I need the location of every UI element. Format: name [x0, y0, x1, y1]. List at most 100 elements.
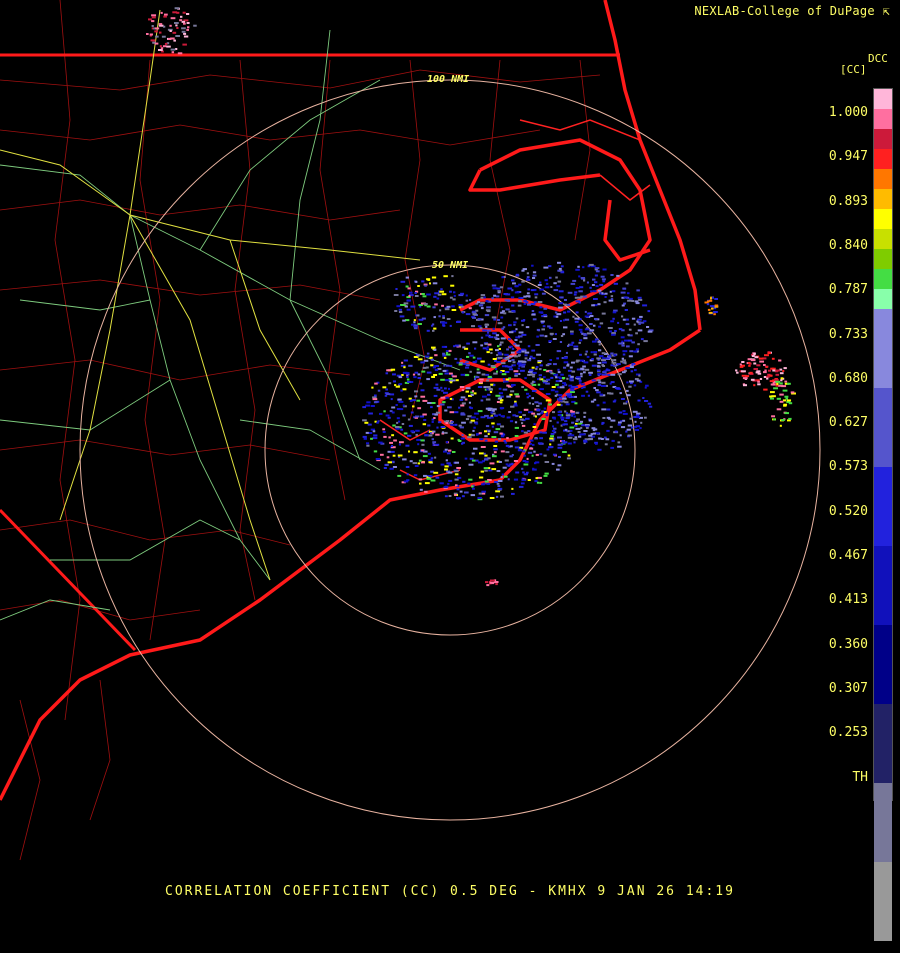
echo-pixel — [526, 272, 529, 275]
echo-pixel — [442, 352, 445, 355]
echo-pixel — [400, 428, 404, 431]
echo-pixel — [570, 282, 576, 285]
echo-pixel — [428, 461, 433, 464]
echo-pixel — [447, 471, 453, 474]
echo-pixel — [403, 432, 408, 435]
echo-pixel — [415, 280, 418, 283]
echo-pixel — [426, 371, 432, 374]
echo-pixel — [551, 462, 555, 465]
echo-pixel — [440, 378, 445, 381]
echo-pixel — [500, 337, 506, 340]
echo-pixel — [592, 432, 597, 435]
echo-pixel — [531, 380, 535, 383]
echo-pixel — [379, 412, 383, 415]
echo-pixel — [586, 332, 592, 335]
echo-pixel — [421, 317, 426, 320]
echo-pixel — [710, 297, 713, 300]
echo-pixel — [172, 31, 177, 34]
echo-pixel — [571, 341, 575, 344]
echo-pixel — [397, 398, 402, 401]
echo-pixel — [459, 398, 464, 401]
echo-pixel — [523, 408, 529, 411]
echo-pixel — [607, 373, 611, 376]
echo-pixel — [505, 293, 511, 296]
echo-pixel — [433, 295, 437, 298]
echo-pixel — [781, 385, 787, 388]
echo-pixel — [714, 298, 719, 300]
echo-pixel — [442, 316, 445, 319]
echo-pixel — [438, 315, 441, 318]
echo-pixel — [591, 304, 595, 307]
echo-pixel — [617, 321, 620, 324]
echo-pixel — [435, 383, 439, 386]
echo-pixel — [482, 492, 486, 495]
echo-pixel — [183, 32, 187, 35]
echo-pixel — [405, 372, 410, 375]
echo-pixel — [416, 314, 420, 317]
echo-pixel — [366, 442, 370, 445]
echo-pixel — [590, 351, 593, 354]
echo-pixel — [480, 302, 485, 304]
echo-pixel — [523, 295, 527, 298]
echo-pixel — [477, 318, 482, 321]
echo-pixel — [748, 364, 751, 367]
echo-pixel — [457, 476, 462, 479]
echo-pixel — [770, 391, 775, 394]
echo-pixel — [453, 345, 456, 348]
echo-pixel — [549, 370, 552, 373]
echo-pixel — [461, 442, 464, 445]
echo-pixel — [552, 453, 557, 456]
echo-pixel — [418, 478, 423, 481]
echo-pixel — [464, 398, 468, 401]
echo-pixel — [580, 420, 584, 423]
echo-pixel — [553, 289, 559, 292]
echo-pixel — [575, 287, 580, 289]
echo-pixel — [504, 371, 510, 373]
echo-pixel — [527, 345, 531, 348]
echo-pixel — [495, 334, 500, 337]
echo-pixel — [535, 366, 539, 368]
echo-pixel — [428, 475, 433, 478]
legend-swatch — [874, 704, 892, 783]
echo-pixel — [437, 293, 442, 296]
echo-pixel — [421, 449, 425, 452]
echo-pixel — [582, 365, 586, 368]
echo-pixel — [563, 326, 568, 329]
echo-pixel — [472, 487, 475, 490]
echo-pixel — [484, 342, 489, 345]
echo-pixel — [531, 310, 535, 312]
echo-pixel — [562, 319, 565, 322]
echo-pixel — [405, 444, 410, 447]
echo-pixel — [497, 290, 501, 293]
echo-pixel — [444, 468, 448, 471]
echo-pixel — [707, 308, 711, 311]
echo-pixel — [560, 373, 564, 376]
echo-pixel — [496, 401, 500, 403]
echo-pixel — [420, 361, 425, 364]
echo-pixel — [469, 354, 474, 357]
echo-pixel — [622, 419, 626, 422]
echo-pixel — [455, 379, 459, 382]
legend-swatch — [874, 625, 892, 704]
echo-pixel — [449, 372, 453, 375]
echo-pixel — [506, 348, 509, 351]
echo-pixel — [480, 307, 484, 310]
echo-pixel — [398, 311, 403, 313]
echo-pixel — [598, 343, 601, 346]
echo-pixel — [754, 356, 759, 359]
echo-pixel — [513, 321, 517, 324]
echo-pixel — [454, 470, 459, 473]
echo-pixel — [538, 374, 543, 377]
echo-pixel — [593, 353, 597, 356]
echo-pixel — [159, 31, 162, 34]
echo-pixel — [639, 427, 642, 430]
echo-pixel — [553, 282, 557, 285]
echo-pixel — [610, 320, 615, 323]
echo-pixel — [523, 454, 526, 457]
echo-pixel — [578, 275, 581, 278]
echo-pixel — [511, 454, 514, 456]
echo-pixel — [382, 428, 386, 431]
echo-pixel — [498, 392, 504, 395]
echo-pixel — [445, 353, 451, 356]
echo-pixel — [498, 348, 501, 350]
